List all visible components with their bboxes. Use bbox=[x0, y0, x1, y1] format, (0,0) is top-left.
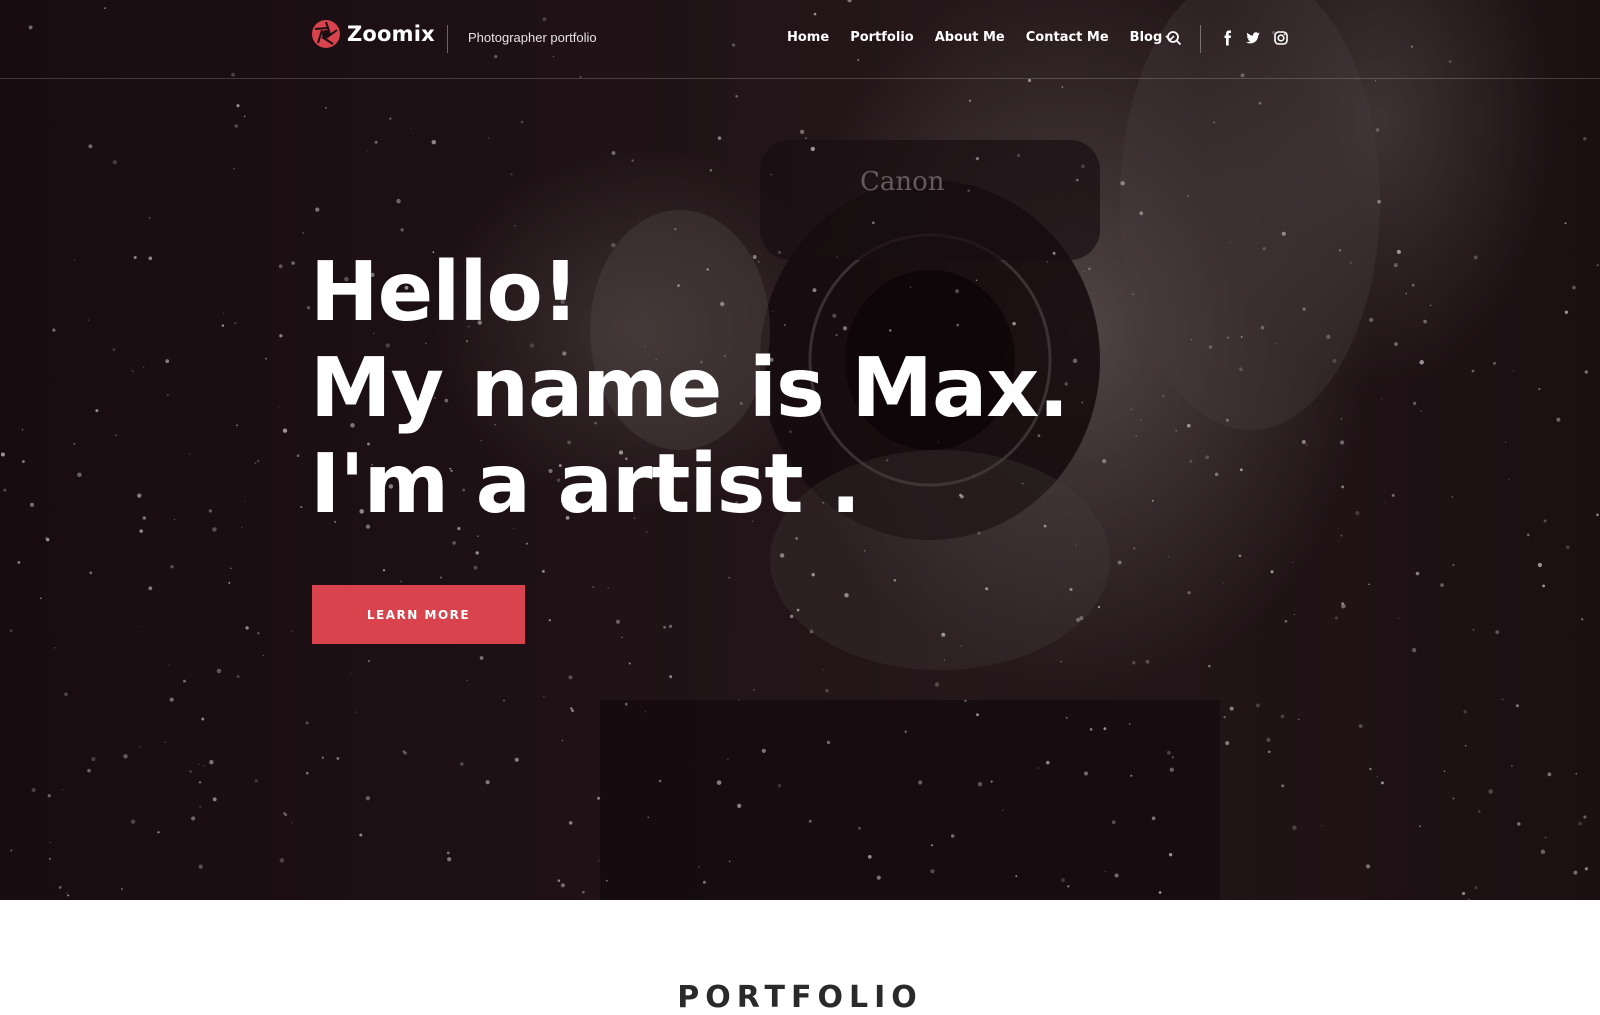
hero-line-2: My name is Max. bbox=[310, 341, 1069, 436]
learn-more-button[interactable]: LEARN MORE bbox=[312, 585, 525, 644]
site-tagline: Photographer portfolio bbox=[468, 30, 597, 45]
instagram-icon[interactable] bbox=[1273, 30, 1289, 46]
twitter-icon[interactable] bbox=[1245, 30, 1261, 46]
nav-about-me[interactable]: About Me bbox=[935, 30, 1005, 45]
nav-blog-label: Blog bbox=[1129, 30, 1163, 45]
header-divider-right bbox=[1200, 25, 1201, 53]
nav-contact-me[interactable]: Contact Me bbox=[1026, 30, 1109, 45]
search-icon[interactable] bbox=[1166, 30, 1182, 46]
brand-name: Zoomix bbox=[347, 22, 435, 46]
portfolio-section-title: PORTFOLIO bbox=[677, 980, 923, 1015]
header-divider bbox=[447, 25, 448, 53]
nav-portfolio[interactable]: Portfolio bbox=[850, 30, 914, 45]
facebook-icon[interactable] bbox=[1220, 30, 1236, 46]
brand-logo[interactable]: Zoomix bbox=[311, 18, 435, 50]
hero-line-3: I'm a artist . bbox=[310, 437, 861, 532]
hero-line-1: Hello! bbox=[310, 245, 579, 340]
main-nav: Home Portfolio About Me Contact Me Blog bbox=[787, 30, 1196, 45]
hero-headline: Hello! My name is Max. I'm a artist . bbox=[310, 245, 1069, 533]
aperture-icon bbox=[312, 20, 340, 48]
site-header: Zoomix Photographer portfolio Home Portf… bbox=[0, 0, 1600, 79]
nav-home[interactable]: Home bbox=[787, 30, 829, 45]
